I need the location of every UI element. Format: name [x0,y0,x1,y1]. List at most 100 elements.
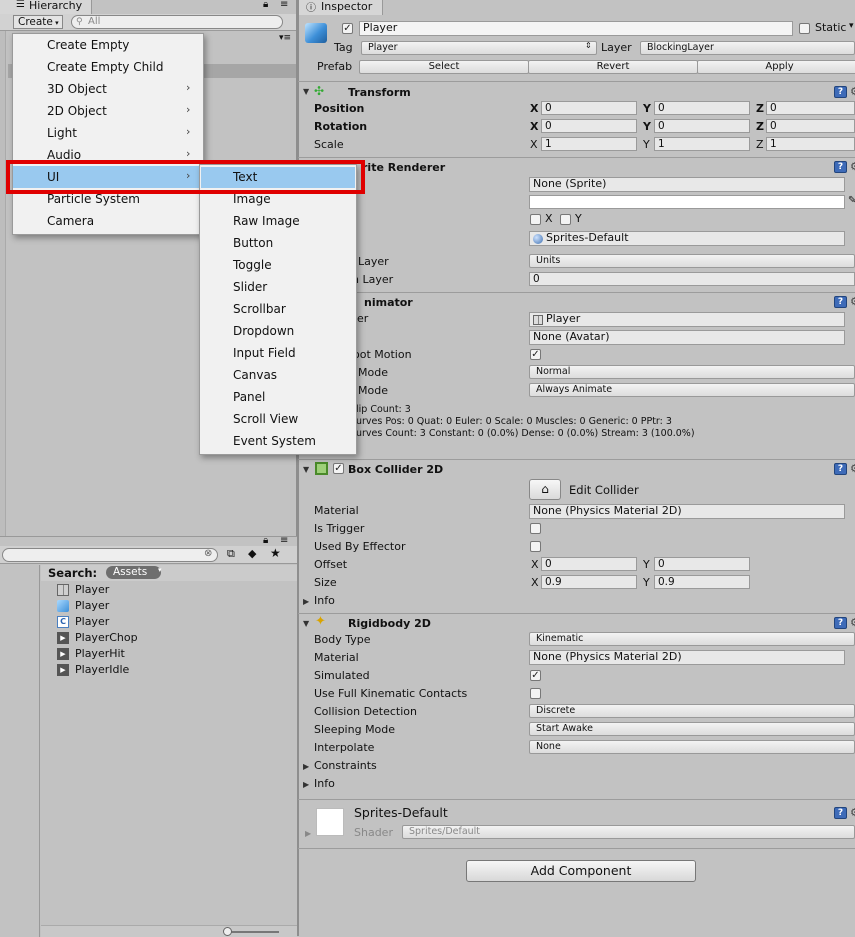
sprite-material-field[interactable]: Sprites-Default [529,231,845,246]
submenu-item-scroll-view[interactable]: Scroll View [233,412,298,426]
project-search-input[interactable]: ⊗ [2,548,218,562]
offset-y-field[interactable]: 0 [654,557,750,571]
list-item[interactable]: ▶ PlayerHit [57,647,257,663]
rotation-y-field[interactable]: 0 [654,119,750,133]
gear-icon[interactable]: ⚙ [850,616,855,629]
controller-field[interactable]: Player [529,312,845,327]
shader-dropdown[interactable]: Sprites/Default [402,825,855,839]
size-x-field[interactable]: 0.9 [541,575,637,589]
panel-menu-icon[interactable]: ≡ [280,0,288,10]
scale-y-field[interactable]: 1 [654,137,750,151]
flip-y-checkbox[interactable] [560,214,571,225]
submenu-item-dropdown[interactable]: Dropdown [233,324,294,338]
menu-item-create-empty[interactable]: Create Empty [47,38,129,52]
position-x-field[interactable]: 0 [541,101,637,115]
assets-chip[interactable]: Assets [106,566,162,579]
filter-label-icon[interactable]: ◆ [248,547,256,560]
collapse-triangle-icon[interactable]: ▼ [303,619,309,628]
create-dropdown-button[interactable]: Create ▾ [13,15,63,29]
position-z-field[interactable]: 0 [766,101,855,115]
submenu-item-image[interactable]: Image [233,192,271,206]
static-dropdown-icon[interactable]: ▾ [849,21,854,31]
help-book-icon[interactable]: ? [834,807,847,819]
submenu-item-canvas[interactable]: Canvas [233,368,277,382]
submenu-item-scrollbar[interactable]: Scrollbar [233,302,286,316]
offset-x-field[interactable]: 0 [541,557,637,571]
filter-type-icon[interactable]: ⧉ [227,547,235,561]
update-mode-dropdown[interactable]: Normal [529,365,855,379]
collision-detection-dropdown[interactable]: Discrete [529,704,855,718]
help-book-icon[interactable]: ? [834,617,847,629]
size-y-field[interactable]: 0.9 [654,575,750,589]
rb-material-field[interactable]: None (Physics Material 2D) [529,650,845,665]
inspector-tab[interactable]: ⓘ Inspector [299,0,383,15]
submenu-item-panel[interactable]: Panel [233,390,265,404]
prefab-apply-button[interactable]: Apply [697,60,855,74]
hierarchy-tab[interactable]: ☰ Hierarchy [0,0,92,14]
prefab-select-button[interactable]: Select [359,60,529,74]
expand-triangle-icon[interactable]: ▶ [303,780,309,789]
list-item[interactable]: C Player [57,615,257,631]
submenu-item-toggle[interactable]: Toggle [233,258,272,272]
submenu-item-raw-image[interactable]: Raw Image [233,214,300,228]
tag-dropdown[interactable]: Player [361,41,597,55]
menu-item-2d-object[interactable]: 2D Object [47,104,107,118]
lock-icon[interactable]: 🔒︎ [263,0,268,10]
collapse-triangle-icon[interactable]: ▼ [303,87,309,96]
scale-z-field[interactable]: 1 [766,137,855,151]
gear-icon[interactable]: ⚙ [850,295,855,308]
simulated-checkbox[interactable]: ✓ [530,670,541,681]
sleeping-mode-dropdown[interactable]: Start Awake [529,722,855,736]
expand-triangle-icon[interactable]: ▶ [305,829,311,838]
scale-x-field[interactable]: 1 [541,137,637,151]
icon-size-slider[interactable] [224,931,279,933]
flip-x-checkbox[interactable] [530,214,541,225]
list-item[interactable]: ▶ PlayerChop [57,631,257,647]
submenu-item-slider[interactable]: Slider [233,280,267,294]
project-lock-icon[interactable]: 🔒︎ [263,535,268,546]
avatar-field[interactable]: None (Avatar) [529,330,845,345]
collapse-triangle-icon[interactable]: ▼ [303,465,309,474]
expand-triangle-icon[interactable]: ▶ [303,762,309,771]
edit-collider-button[interactable]: ⌂ [529,479,561,500]
list-item[interactable]: ▶ PlayerIdle [57,663,257,679]
submenu-item-input-field[interactable]: Input Field [233,346,296,360]
menu-item-particle-system[interactable]: Particle System [47,192,140,206]
sorting-layer-dropdown[interactable]: Units [529,254,855,268]
box-collider-enabled-checkbox[interactable]: ✓ [333,463,344,474]
help-book-icon[interactable]: ? [834,86,847,98]
menu-item-3d-object[interactable]: 3D Object [47,82,107,96]
culling-mode-dropdown[interactable]: Always Animate [529,383,855,397]
list-item[interactable]: Player [57,599,257,615]
rb-info-label[interactable]: Info [314,777,335,791]
submenu-item-button[interactable]: Button [233,236,273,250]
full-kinematic-contacts-checkbox[interactable] [530,688,541,699]
favorite-star-icon[interactable]: ★ [270,546,281,560]
help-book-icon[interactable]: ? [834,463,847,475]
slider-thumb[interactable] [223,927,232,936]
collider-info-label[interactable]: Info [314,594,335,608]
help-book-icon[interactable]: ? [834,296,847,308]
menu-item-camera[interactable]: Camera [47,214,94,228]
position-y-field[interactable]: 0 [654,101,750,115]
color-swatch-field[interactable] [529,195,845,209]
body-type-dropdown[interactable]: Kinematic [529,632,855,646]
layer-dropdown[interactable]: BlockingLayer [640,41,855,55]
constraints-label[interactable]: Constraints [314,759,377,773]
rotation-x-field[interactable]: 0 [541,119,637,133]
gear-icon[interactable]: ⚙ [850,462,855,475]
add-component-button[interactable]: Add Component [466,860,696,882]
scene-menu-icon[interactable]: ▾≡ [279,33,291,43]
gear-icon[interactable]: ⚙ [850,806,855,819]
menu-item-light[interactable]: Light [47,126,77,140]
clear-search-icon[interactable]: ⊗ [204,548,212,559]
order-in-layer-field[interactable]: 0 [529,272,855,286]
is-trigger-checkbox[interactable] [530,523,541,534]
expand-triangle-icon[interactable]: ▶ [303,597,309,606]
gear-icon[interactable]: ⚙ [850,85,855,98]
apply-root-motion-checkbox[interactable]: ✓ [530,349,541,360]
object-name-field[interactable]: Player [359,21,793,36]
submenu-item-event-system[interactable]: Event System [233,434,316,448]
eyedropper-icon[interactable]: ✎ [848,195,855,206]
rotation-z-field[interactable]: 0 [766,119,855,133]
